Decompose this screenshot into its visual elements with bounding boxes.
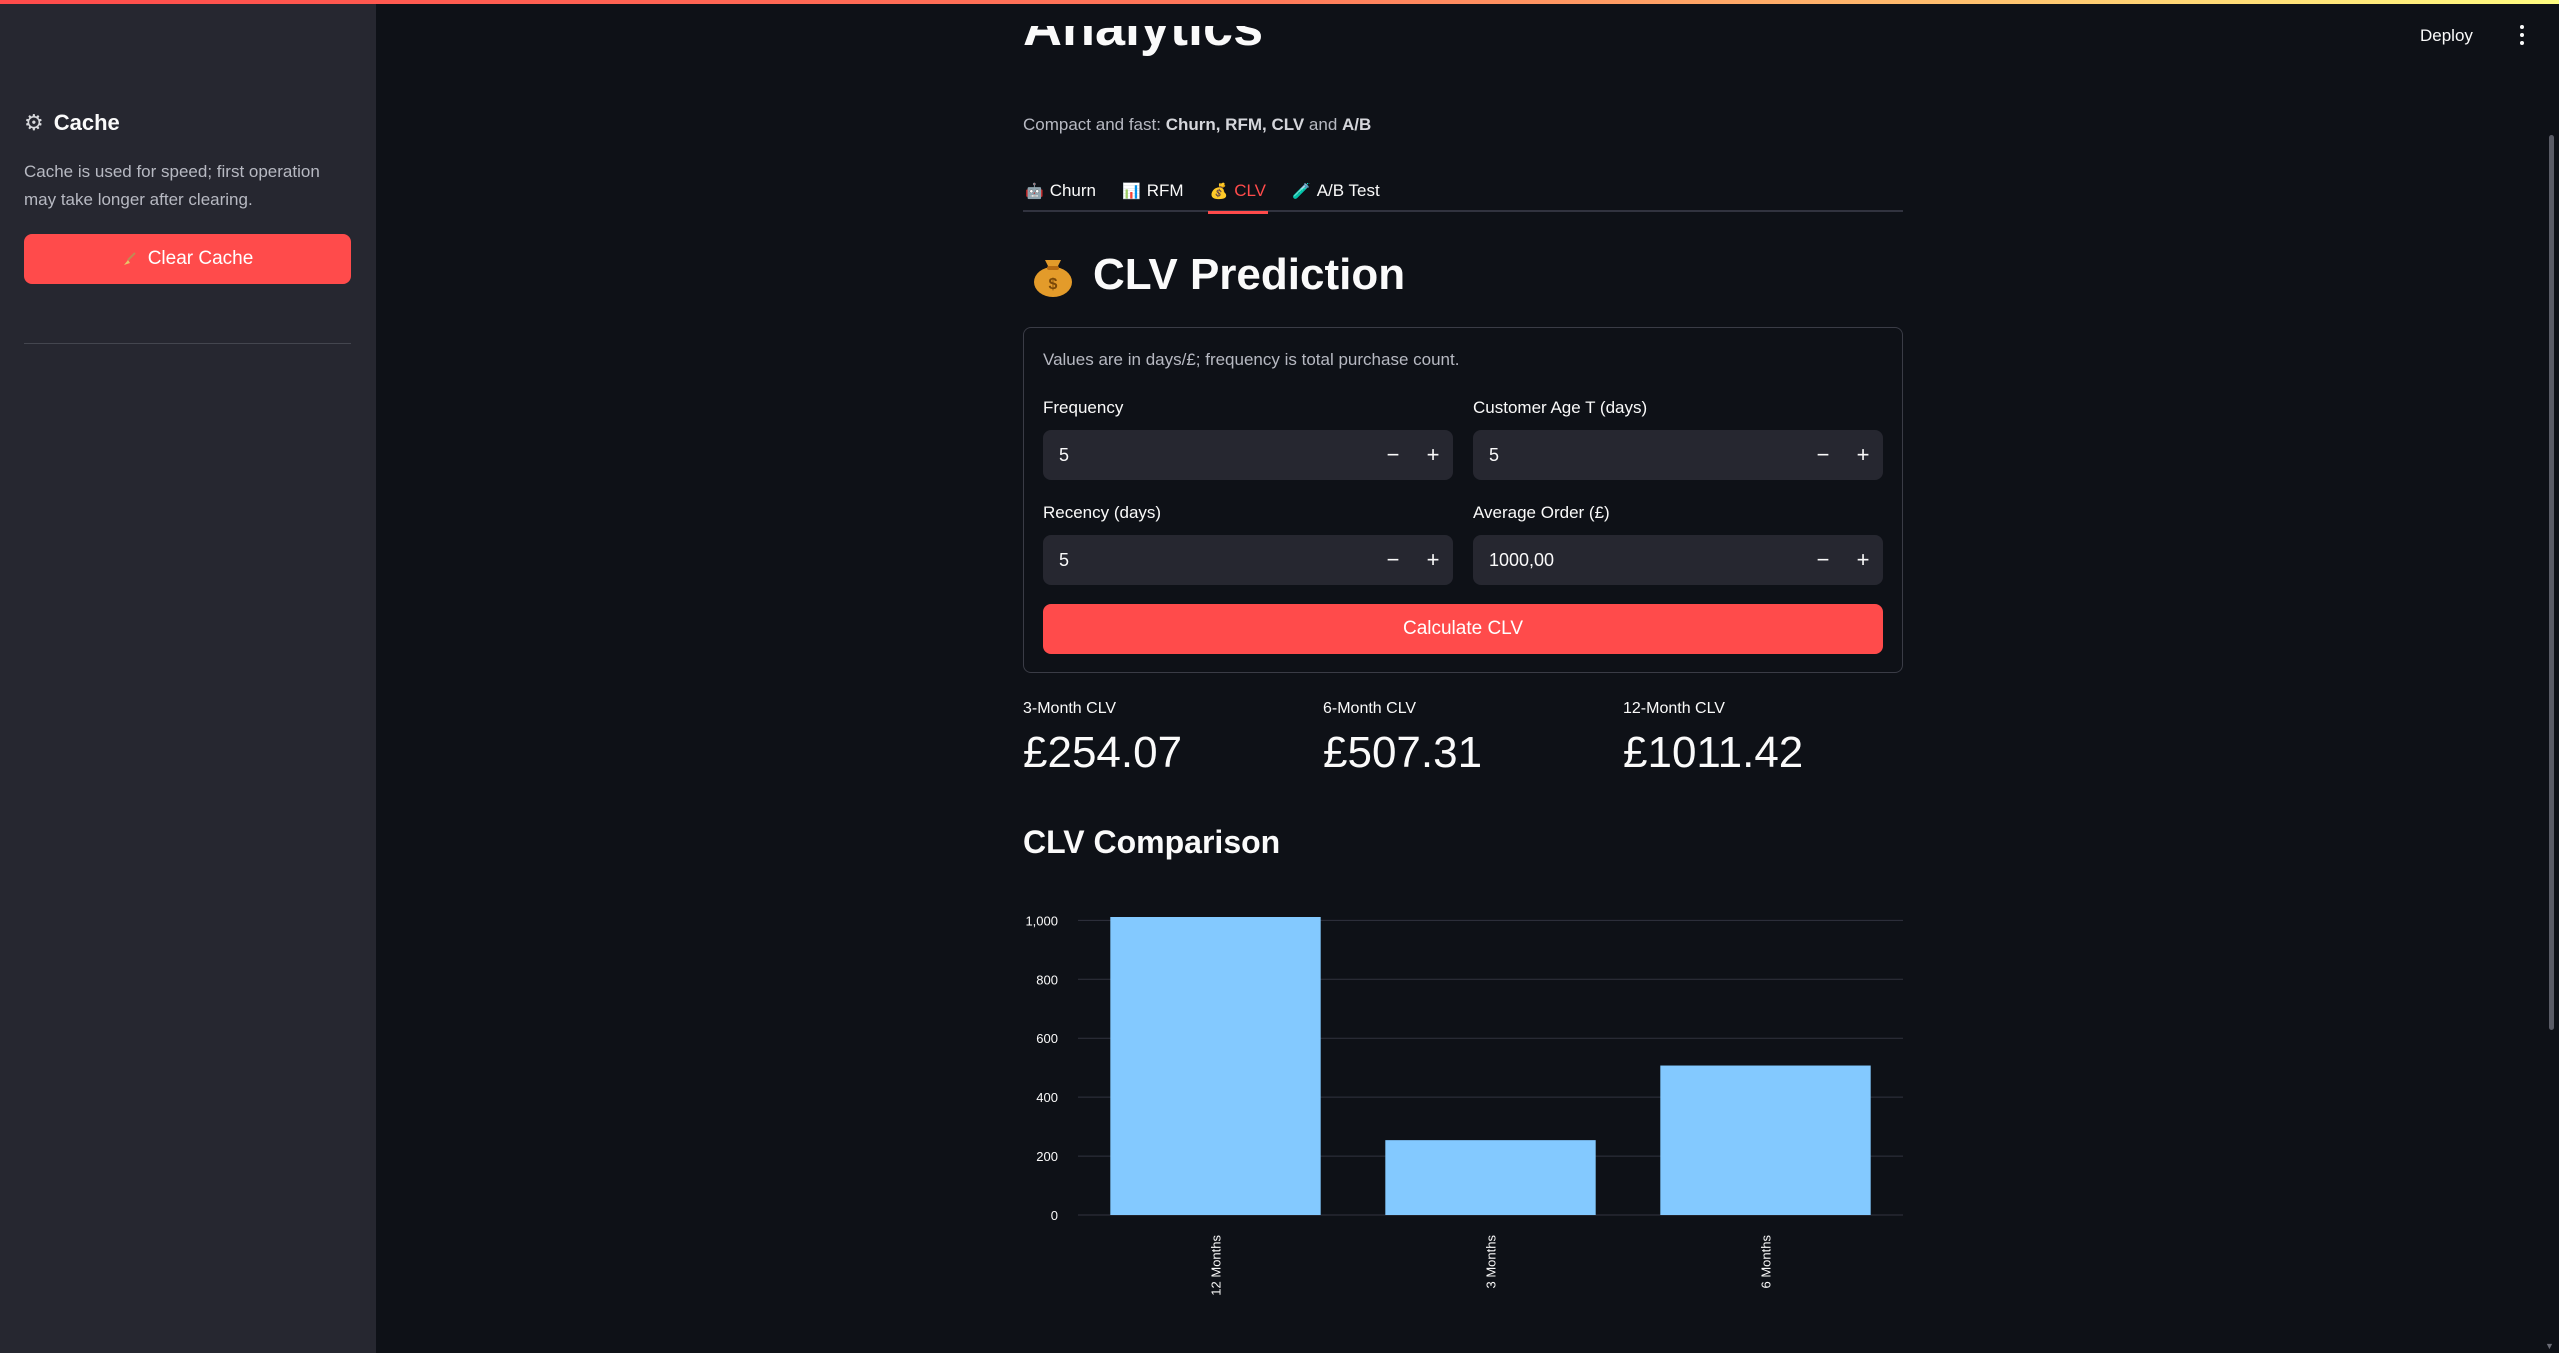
average-order-increment-button[interactable]: + [1843, 535, 1883, 585]
cache-description: Cache is used for speed; first operation… [24, 162, 320, 209]
top-decoration-stripe [0, 0, 2559, 4]
sidebar: ⚙ Cache Cache is used for speed; first o… [0, 0, 376, 1353]
recency-increment-button[interactable]: + [1413, 535, 1453, 585]
clear-cache-button[interactable]: Clear Cache [24, 234, 351, 284]
svg-text:$: $ [1049, 276, 1058, 293]
x-tick-label: 12 Months [1209, 1235, 1224, 1296]
scrollbar-thumb[interactable] [2549, 135, 2554, 1030]
tab-bar: 🤖 Churn 📊 RFM 💰 CLV 🧪 A/B Test [1023, 170, 1903, 214]
customer-age-decrement-button[interactable]: − [1803, 430, 1843, 480]
frequency-input[interactable] [1043, 430, 1373, 480]
y-tick-label: 400 [1036, 1090, 1058, 1105]
clear-cache-label: Clear Cache [147, 248, 254, 269]
metric-value: £254.07 [1023, 728, 1183, 777]
clv-bar-chart: 0 200 400 600 800 1,000 12 Months 3 Months 6 Mon… [1025, 913, 1903, 1296]
robot-icon: 🤖 [1025, 183, 1044, 200]
average-order-stepper: − + [1473, 535, 1883, 585]
x-tick-label: 3 Months [1484, 1235, 1499, 1289]
tab-clv[interactable]: 💰 CLV [1207, 170, 1269, 214]
metric-value: £507.31 [1323, 728, 1483, 777]
test-tube-icon: 🧪 [1292, 183, 1311, 200]
money-bag-icon: $ [1034, 260, 1072, 297]
chart-title: CLV Comparison [1023, 824, 1281, 860]
calculate-clv-button[interactable]: Calculate CLV [1043, 604, 1883, 654]
broom-icon [123, 252, 136, 265]
cache-heading-text: Cache [53, 110, 120, 135]
metric-value: £1011.42 [1623, 728, 1804, 777]
y-tick-label: 800 [1036, 972, 1058, 987]
customer-age-input[interactable] [1473, 430, 1803, 480]
cache-heading: ⚙ Cache [24, 110, 120, 136]
metric-label: 12-Month CLV [1623, 700, 1725, 717]
metric-6-month: 6-Month CLV £507.31 [1323, 700, 1603, 778]
frequency-field: Frequency − + [1043, 398, 1453, 480]
recency-decrement-button[interactable]: − [1373, 535, 1413, 585]
frequency-stepper: − + [1043, 430, 1453, 480]
tab-ab-test[interactable]: 🧪 A/B Test [1290, 170, 1382, 212]
average-order-decrement-button[interactable]: − [1803, 535, 1843, 585]
recency-stepper: − + [1043, 535, 1453, 585]
y-tick-label: 1,000 [1025, 913, 1058, 928]
y-tick-label: 600 [1036, 1031, 1058, 1046]
customer-age-field: Customer Age T (days) − + [1473, 398, 1883, 480]
gear-icon: ⚙ [24, 110, 44, 135]
kebab-menu-icon[interactable] [2512, 22, 2532, 48]
form-note: Values are in days/£; frequency is total… [1043, 350, 1460, 369]
customer-age-stepper: − + [1473, 430, 1883, 480]
frequency-increment-button[interactable]: + [1413, 430, 1453, 480]
scroll-down-arrow-icon[interactable]: ▼ [2545, 1341, 2554, 1351]
metric-label: 3-Month CLV [1023, 700, 1117, 717]
average-order-field: Average Order (£) − + [1473, 503, 1883, 585]
average-order-label: Average Order (£) [1473, 503, 1610, 522]
recency-input[interactable] [1043, 535, 1373, 585]
chart-bar[interactable] [1385, 1140, 1596, 1215]
tab-rfm[interactable]: 📊 RFM [1120, 170, 1186, 212]
page-title: Analytics [1023, 26, 1264, 57]
page-subtitle: Compact and fast: Churn, RFM, CLV and A/… [1023, 115, 1372, 134]
metric-label: 6-Month CLV [1323, 700, 1417, 717]
chart-bar[interactable] [1660, 1065, 1871, 1215]
customer-age-label: Customer Age T (days) [1473, 398, 1648, 417]
metric-12-month: 12-Month CLV £1011.42 [1623, 700, 1903, 778]
money-bag-icon: 💰 [1209, 183, 1229, 200]
frequency-decrement-button[interactable]: − [1373, 430, 1413, 480]
chart-bar[interactable] [1110, 917, 1321, 1215]
average-order-input[interactable] [1473, 535, 1803, 585]
y-tick-label: 0 [1051, 1208, 1058, 1223]
bar-chart-icon: 📊 [1122, 183, 1141, 200]
y-tick-label: 200 [1036, 1149, 1058, 1164]
tab-churn[interactable]: 🤖 Churn [1023, 170, 1098, 212]
customer-age-increment-button[interactable]: + [1843, 430, 1883, 480]
x-tick-label: 6 Months [1759, 1235, 1774, 1289]
section-title: $ CLV Prediction [1031, 250, 1405, 300]
deploy-button[interactable]: Deploy [2420, 26, 2473, 46]
frequency-label: Frequency [1043, 398, 1124, 417]
recency-field: Recency (days) − + [1043, 503, 1453, 585]
clv-form: Values are in days/£; frequency is total… [1023, 327, 1903, 673]
recency-label: Recency (days) [1043, 503, 1162, 522]
metric-3-month: 3-Month CLV £254.07 [1023, 700, 1303, 778]
sidebar-divider [24, 343, 351, 344]
